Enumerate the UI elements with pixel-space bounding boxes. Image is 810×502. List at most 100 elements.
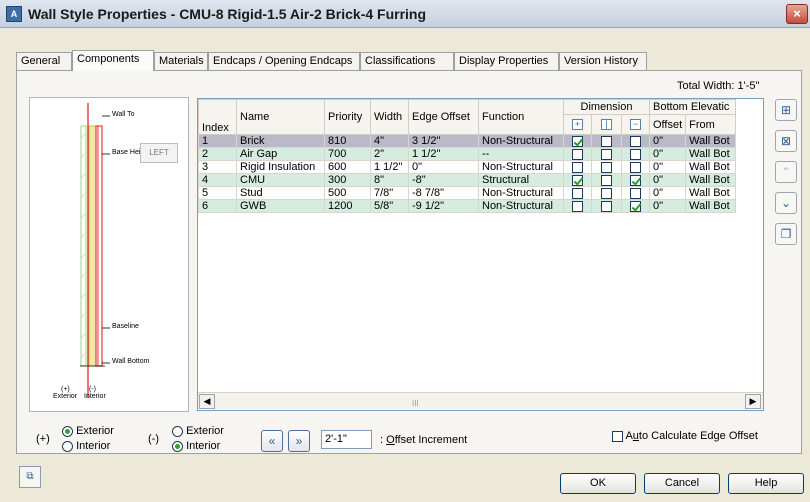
checkbox-icon[interactable] xyxy=(572,148,583,160)
decrease-offset-icon[interactable]: « xyxy=(261,430,283,452)
cell-index[interactable]: 1 xyxy=(198,134,237,148)
increase-offset-icon[interactable]: » xyxy=(288,430,310,452)
cell-dimension[interactable] xyxy=(591,134,622,148)
cell-index[interactable]: 6 xyxy=(198,199,237,213)
cell-priority[interactable]: 300 xyxy=(324,173,371,187)
cell-dimension[interactable] xyxy=(563,173,592,187)
checkbox-icon[interactable] xyxy=(601,161,612,173)
cell-offset[interactable]: 0" xyxy=(648,186,687,200)
tab-components[interactable]: Components xyxy=(72,50,154,71)
cell-name[interactable]: Stud xyxy=(236,186,325,200)
cell-index[interactable]: 5 xyxy=(198,186,237,200)
cell-width[interactable]: 2" xyxy=(370,147,409,161)
cell-dimension[interactable] xyxy=(563,134,592,148)
checkbox-icon[interactable] xyxy=(630,174,641,186)
interior-radio-1[interactable]: Interior xyxy=(62,440,110,452)
cell-name[interactable]: Rigid Insulation xyxy=(236,160,325,174)
tab-display-properties[interactable]: Display Properties xyxy=(454,52,559,70)
cell-function[interactable]: Non-Structural xyxy=(478,199,564,213)
tab-general[interactable]: General xyxy=(16,52,72,70)
table-row[interactable]: 3 Rigid Insulation 600 1 1/2" 0" Non-Structur… xyxy=(198,160,737,174)
cell-from[interactable]: Wall Bot xyxy=(685,173,737,187)
cell-dimension[interactable] xyxy=(591,160,622,174)
components-grid[interactable]: Index Name Priority Width Edge Offset Fu… xyxy=(197,98,764,411)
style-browser-icon[interactable]: ⧉ xyxy=(19,466,41,488)
cell-edge-offset[interactable]: 0" xyxy=(408,160,479,174)
scroll-left-arrow-icon[interactable]: ◀ xyxy=(199,394,215,409)
cell-index[interactable]: 2 xyxy=(198,147,237,161)
header-width[interactable]: Width xyxy=(370,99,409,135)
checkbox-icon[interactable] xyxy=(630,187,641,199)
header-priority[interactable]: Priority xyxy=(324,99,371,135)
cell-priority[interactable]: 810 xyxy=(324,134,371,148)
cell-dimension[interactable] xyxy=(621,147,650,161)
cell-edge-offset[interactable]: 1 1/2" xyxy=(408,147,479,161)
cell-from[interactable]: Wall Bot xyxy=(685,199,737,213)
cell-dimension[interactable] xyxy=(591,147,622,161)
header-index[interactable]: Index xyxy=(198,99,237,135)
checkbox-icon[interactable] xyxy=(601,187,612,199)
cell-function[interactable]: Structural xyxy=(478,173,564,187)
close-button[interactable]: × xyxy=(786,4,808,24)
cell-from[interactable]: Wall Bot xyxy=(685,160,737,174)
left-view-button[interactable]: LEFT xyxy=(140,143,178,163)
checkbox-icon[interactable] xyxy=(630,161,641,173)
cell-index[interactable]: 4 xyxy=(198,173,237,187)
cell-function[interactable]: -- xyxy=(478,147,564,161)
cell-name[interactable]: GWB xyxy=(236,199,325,213)
cell-offset[interactable]: 0" xyxy=(648,199,687,213)
cell-width[interactable]: 4" xyxy=(370,134,409,148)
cell-dimension[interactable] xyxy=(563,199,592,213)
horizontal-scrollbar[interactable]: ◀ III ▶ xyxy=(198,392,763,409)
auto-calculate-checkbox[interactable]: Auto Calculate Edge Offset xyxy=(612,430,758,442)
cell-dimension[interactable] xyxy=(621,160,650,174)
header-name[interactable]: Name xyxy=(236,99,325,135)
add-component-icon[interactable]: ⊞ xyxy=(775,99,797,121)
checkbox-icon[interactable] xyxy=(630,148,641,160)
interior-radio-2[interactable]: Interior xyxy=(172,440,220,452)
header-offset[interactable]: Offset xyxy=(648,114,687,135)
scroll-right-arrow-icon[interactable]: ▶ xyxy=(745,394,761,409)
cell-dimension[interactable] xyxy=(621,186,650,200)
cell-function[interactable]: Non-Structural xyxy=(478,134,564,148)
checkbox-icon[interactable] xyxy=(572,135,583,147)
cell-name[interactable]: Brick xyxy=(236,134,325,148)
cell-from[interactable]: Wall Bot xyxy=(685,134,737,148)
tab-endcaps[interactable]: Endcaps / Opening Endcaps xyxy=(208,52,360,70)
cell-offset[interactable]: 0" xyxy=(648,173,687,187)
cell-width[interactable]: 1 1/2" xyxy=(370,160,409,174)
checkbox-icon[interactable] xyxy=(630,200,641,212)
cell-edge-offset[interactable]: -9 1/2" xyxy=(408,199,479,213)
table-row[interactable]: 1 Brick 810 4" 3 1/2" Non-Structural 0" Wall Bo… xyxy=(198,134,737,148)
cell-from[interactable]: Wall Bot xyxy=(685,186,737,200)
cell-priority[interactable]: 600 xyxy=(324,160,371,174)
tab-classifications[interactable]: Classifications xyxy=(360,52,454,70)
checkbox-icon[interactable] xyxy=(572,174,583,186)
cell-function[interactable]: Non-Structural xyxy=(478,186,564,200)
cell-dimension[interactable] xyxy=(621,173,650,187)
cell-dimension[interactable] xyxy=(591,199,622,213)
cell-dimension[interactable] xyxy=(621,134,650,148)
cell-priority[interactable]: 700 xyxy=(324,147,371,161)
header-from[interactable]: From xyxy=(685,114,737,135)
cell-dimension[interactable] xyxy=(563,160,592,174)
cell-width[interactable]: 5/8" xyxy=(370,199,409,213)
cell-dimension[interactable] xyxy=(591,186,622,200)
exterior-radio-2[interactable]: Exterior xyxy=(172,425,224,437)
table-row[interactable]: 2 Air Gap 700 2" 1 1/2" -- 0" Wall Bot xyxy=(198,147,737,161)
cancel-button[interactable]: Cancel xyxy=(644,473,720,494)
help-button[interactable]: Help xyxy=(728,473,804,494)
header-edge-offset[interactable]: Edge Offset xyxy=(408,99,479,135)
cell-offset[interactable]: 0" xyxy=(648,134,687,148)
cell-dimension[interactable] xyxy=(563,186,592,200)
cell-dimension[interactable] xyxy=(621,199,650,213)
cell-offset[interactable]: 0" xyxy=(648,160,687,174)
cell-dimension[interactable] xyxy=(591,173,622,187)
checkbox-icon[interactable] xyxy=(601,200,612,212)
cell-dimension[interactable] xyxy=(563,147,592,161)
table-row[interactable]: 4 CMU 300 8" -8" Structural 0" Wall Bot xyxy=(198,173,737,187)
move-up-icon[interactable]: ⌃ xyxy=(775,161,797,183)
cell-name[interactable]: Air Gap xyxy=(236,147,325,161)
checkbox-icon[interactable] xyxy=(572,161,583,173)
move-down-icon[interactable]: ⌄ xyxy=(775,192,797,214)
